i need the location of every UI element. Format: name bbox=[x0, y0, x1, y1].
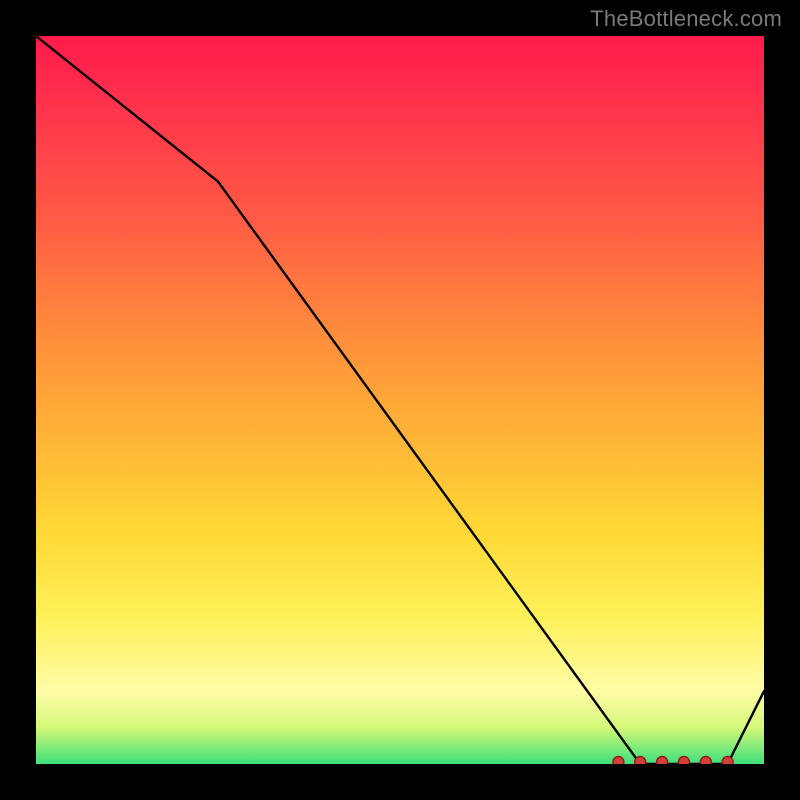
plot-gradient-area bbox=[36, 36, 764, 764]
chart-frame: TheBottleneck.com bbox=[0, 0, 800, 800]
watermark-text: TheBottleneck.com bbox=[590, 6, 782, 32]
